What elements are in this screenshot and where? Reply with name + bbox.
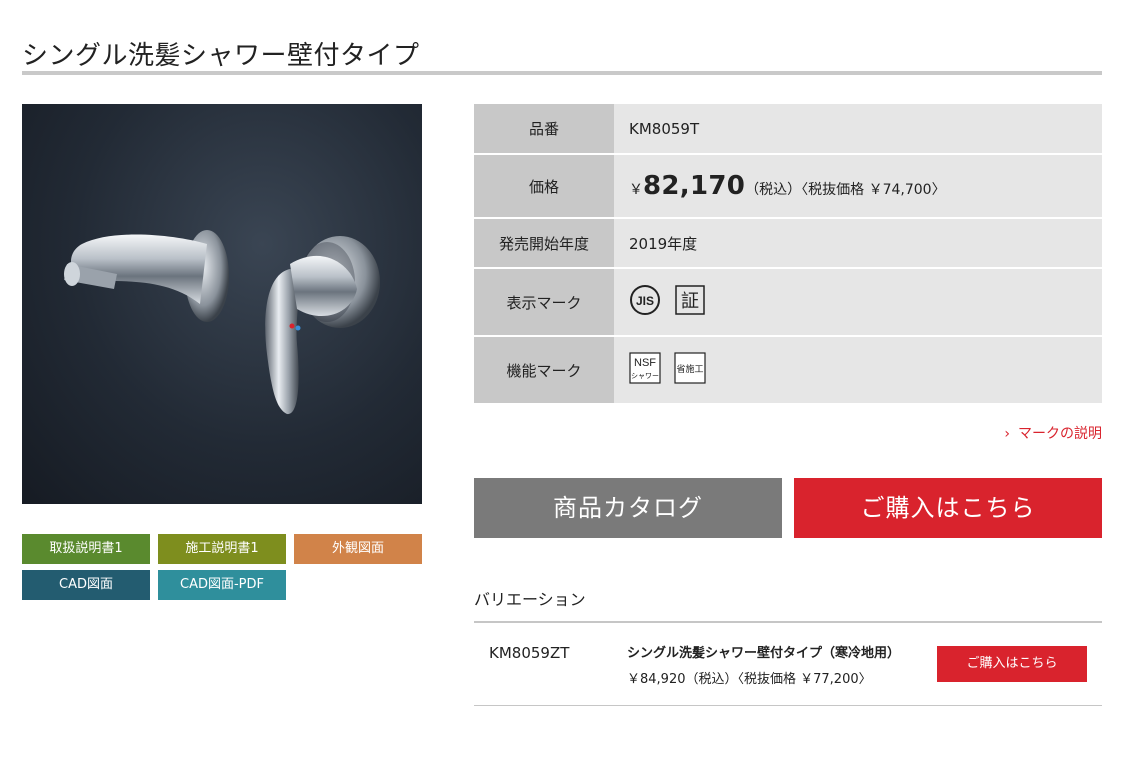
chevron-right-icon: › [1004,426,1010,442]
spec-row-display-marks: 表示マーク JIS 証 [474,268,1102,337]
product-image [22,104,422,504]
faucet-illustration [64,230,380,415]
cad-pdf-button[interactable]: CAD図面-PDF [158,570,286,600]
title-divider [22,71,1102,75]
variation-buy-button[interactable]: ご購入はこちら [937,646,1087,682]
variation-price: ￥84,920（税込）〈税抜価格 ￥77,200〉 [627,672,872,687]
buy-button[interactable]: ご購入はこちら [794,478,1102,538]
manual-button[interactable]: 取扱説明書1 [22,534,150,564]
currency-symbol: ￥ [629,182,643,198]
price-cell: ￥82,170（税込）〈税抜価格 ￥74,700〉 [614,154,1102,219]
svg-text:NSF: NSF [634,357,656,369]
spec-row-price: 価格 ￥82,170（税込）〈税抜価格 ￥74,700〉 [474,154,1102,219]
certification-mark-icon: 証 [674,284,706,320]
spec-label: 品番 [474,104,614,155]
variation-heading: バリエーション [474,590,586,609]
price-tax-note: （税込）〈税抜価格 ￥74,700〉 [745,182,946,198]
variation-code: KM8059ZT [489,644,570,662]
variation-divider [474,621,1102,623]
spec-table: 品番 KM8059T 価格 ￥82,170（税込）〈税抜価格 ￥74,700〉 … [474,104,1102,405]
spec-label: 価格 [474,154,614,219]
exterior-drawing-button[interactable]: 外観図面 [294,534,422,564]
catalog-button[interactable]: 商品カタログ [474,478,782,538]
display-marks-cell: JIS 証 [614,268,1102,337]
release-year-value: 2019年度 [614,218,1102,269]
cad-drawing-button[interactable]: CAD図面 [22,570,150,600]
nsf-shower-mark-icon: NSF シャワー [629,352,661,388]
svg-text:JIS: JIS [636,294,654,308]
price-value: 82,170 [643,171,746,201]
svg-text:シャワー: シャワー [631,372,659,380]
spec-row-function-marks: 機能マーク NSF シャワー 省施工 [474,336,1102,405]
installation-manual-button[interactable]: 施工説明書1 [158,534,286,564]
spec-label: 表示マーク [474,268,614,337]
svg-text:証: 証 [681,291,699,312]
svg-text:省施工: 省施工 [676,363,703,375]
easy-install-mark-icon: 省施工 [674,352,706,388]
spec-row-release-year: 発売開始年度 2019年度 [474,218,1102,269]
page-title: シングル洗髪シャワー壁付タイプ [22,41,420,72]
variation-name: シングル洗髪シャワー壁付タイプ（寒冷地用） [627,646,901,661]
function-marks-cell: NSF シャワー 省施工 [614,336,1102,405]
spec-label: 発売開始年度 [474,218,614,269]
part-number-value: KM8059T [614,104,1102,155]
variation-divider-bottom [474,705,1102,706]
spec-row-part-number: 品番 KM8059T [474,104,1102,155]
jis-mark-icon: JIS [629,284,661,320]
spec-label: 機能マーク [474,336,614,405]
mark-explanation-label: マークの説明 [1018,426,1102,442]
mark-explanation-link[interactable]: › マークの説明 [1004,423,1102,443]
